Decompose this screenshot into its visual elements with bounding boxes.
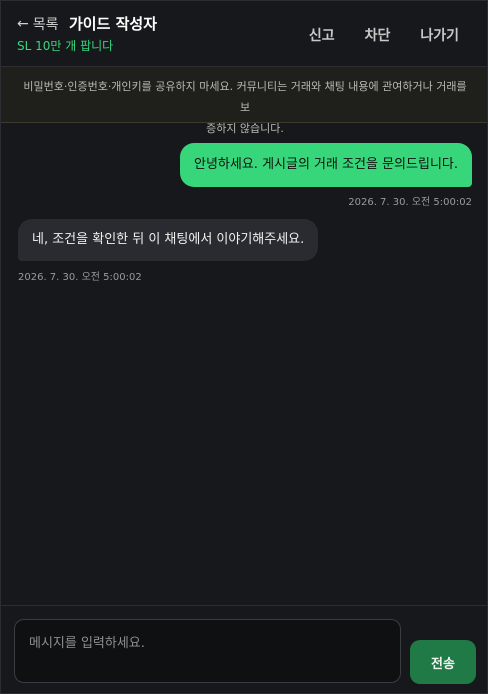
leave-button[interactable]: 나가기 [420,25,459,45]
back-to-list-button[interactable]: ← 목록 [17,14,59,34]
arrow-left-icon: ← [17,16,29,32]
message-list[interactable]: 안녕하세요. 게시글의 거래 조건을 문의드립니다. 2026. 7. 30. … [1,123,487,605]
message-timestamp: 2026. 7. 30. 오전 5:00:02 [348,197,472,208]
back-label: 목록 [32,17,59,33]
message-input[interactable] [14,619,401,683]
message-timestamp: 2026. 7. 30. 오전 5:00:02 [18,272,142,283]
block-button[interactable]: 차단 [365,25,391,45]
chat-header: ← 목록 가이드 작성자 SL 10만 개 팝니다 신고 차단 나가기 [1,1,487,67]
message-composer: 전송 [1,605,487,693]
safety-notice: 비밀번호·인증번호·개인키를 공유하지 마세요. 커뮤니티는 거래와 채팅 내용… [1,67,487,135]
chat-window: ← 목록 가이드 작성자 SL 10만 개 팝니다 신고 차단 나가기 비밀번호… [0,0,488,694]
notice-line-1: 비밀번호·인증번호·개인키를 공유하지 마세요. 커뮤니티는 거래와 채팅 내용… [23,80,467,114]
message-bubble-other: 네, 조건을 확인한 뒤 이 채팅에서 이야기해주세요. [18,219,319,261]
post-title: SL 10만 개 팝니다 [17,39,114,53]
message-bubble-mine: 안녕하세요. 게시글의 거래 조건을 문의드립니다. [180,143,472,187]
send-button[interactable]: 전송 [410,640,476,684]
chat-partner-name: 가이드 작성자 [69,15,158,33]
header-actions: 신고 차단 나가기 [309,25,459,45]
report-button[interactable]: 신고 [309,25,335,45]
